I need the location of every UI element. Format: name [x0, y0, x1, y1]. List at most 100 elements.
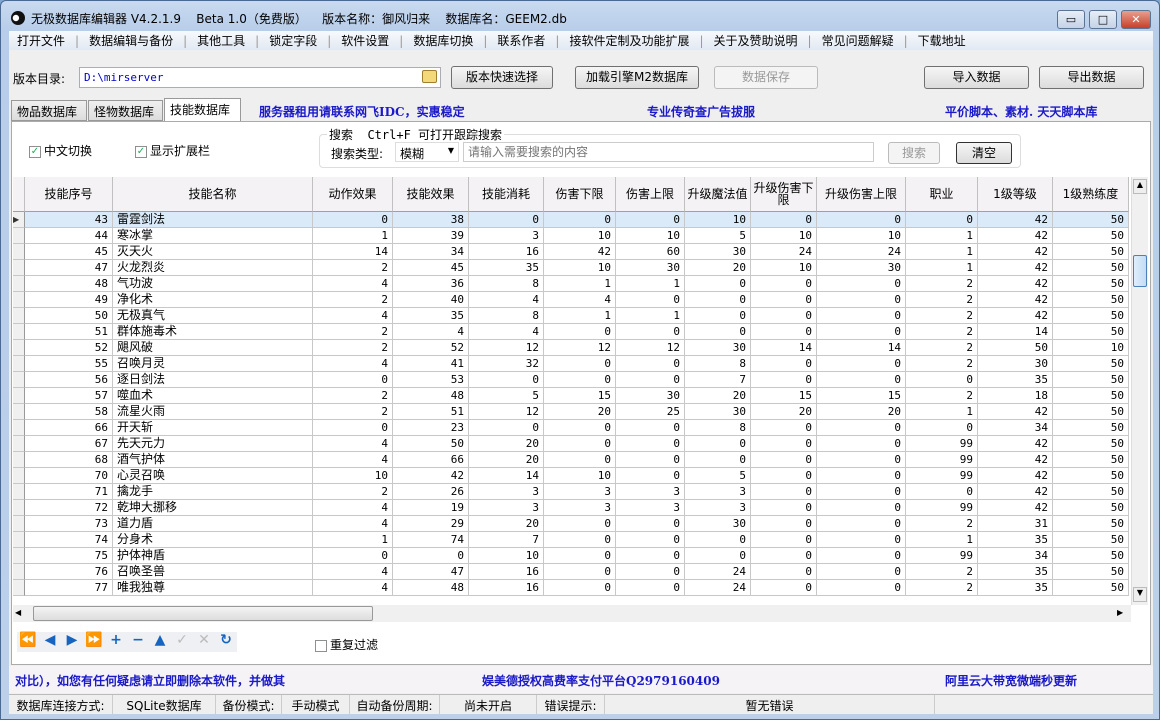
table-row[interactable]: 50 无极真气 4 35 8 1 1 0 0 0 2 42 50: [13, 308, 1129, 324]
table-cell[interactable]: 50: [1053, 276, 1129, 292]
table-cell[interactable]: 10: [544, 228, 616, 244]
table-cell[interactable]: 0: [817, 420, 906, 436]
table-cell[interactable]: 0: [751, 356, 817, 372]
table-cell[interactable]: 唯我独尊: [113, 580, 313, 596]
table-row[interactable]: 73 道力盾 4 29 20 0 0 30 0 0 2 31 50: [13, 516, 1129, 532]
scroll-right-icon[interactable]: ▶: [1117, 608, 1123, 617]
table-cell[interactable]: 34: [978, 420, 1053, 436]
row-indicator[interactable]: [13, 244, 25, 260]
table-cell[interactable]: 0: [469, 372, 544, 388]
table-cell[interactable]: 0: [616, 420, 685, 436]
table-cell[interactable]: 2: [313, 324, 393, 340]
table-cell[interactable]: 12: [544, 340, 616, 356]
column-header[interactable]: 职业: [906, 177, 978, 212]
table-cell[interactable]: 0: [817, 276, 906, 292]
table-cell[interactable]: 0: [616, 292, 685, 308]
row-indicator[interactable]: [13, 436, 25, 452]
table-row[interactable]: 57 噬血术 2 48 5 15 30 20 15 15 2 18 50: [13, 388, 1129, 404]
clear-button[interactable]: 清空: [956, 142, 1012, 164]
table-cell[interactable]: 3: [544, 484, 616, 500]
table-cell[interactable]: 74: [25, 532, 113, 548]
table-cell[interactable]: 16: [469, 580, 544, 596]
column-header[interactable]: 升级伤害下限: [751, 177, 817, 212]
column-header[interactable]: 技能名称: [113, 177, 313, 212]
table-cell[interactable]: 0: [544, 564, 616, 580]
table-cell[interactable]: 8: [685, 420, 751, 436]
table-cell[interactable]: 0: [544, 548, 616, 564]
table-cell[interactable]: 24: [751, 244, 817, 260]
table-cell[interactable]: 50: [1053, 244, 1129, 260]
table-cell[interactable]: 14: [978, 324, 1053, 340]
table-cell[interactable]: 50: [1053, 500, 1129, 516]
table-cell[interactable]: 0: [544, 516, 616, 532]
ad-text[interactable]: 对比），如您有任何疑虑请立即删除本软件，并做其: [15, 672, 285, 689]
table-cell[interactable]: 2: [906, 340, 978, 356]
table-cell[interactable]: 0: [751, 580, 817, 596]
table-cell[interactable]: 0: [906, 420, 978, 436]
table-cell[interactable]: 50: [1053, 484, 1129, 500]
table-cell[interactable]: 50: [1053, 260, 1129, 276]
table-cell[interactable]: 召唤圣兽: [113, 564, 313, 580]
table-cell[interactable]: 75: [25, 548, 113, 564]
checkbox-icon[interactable]: [315, 639, 327, 652]
table-cell[interactable]: 1: [906, 404, 978, 420]
table-cell[interactable]: 3: [469, 484, 544, 500]
table-cell[interactable]: 42: [978, 244, 1053, 260]
table-cell[interactable]: 16: [469, 244, 544, 260]
table-cell[interactable]: 0: [616, 212, 685, 228]
table-cell[interactable]: 0: [393, 548, 469, 564]
table-cell[interactable]: 53: [393, 372, 469, 388]
tab-skills[interactable]: 技能数据库: [164, 98, 241, 122]
export-button[interactable]: 导出数据: [1039, 66, 1144, 89]
menu-item[interactable]: 常见问题解疑: [814, 32, 902, 49]
table-cell[interactable]: 20: [817, 404, 906, 420]
menu-item[interactable]: 锁定字段: [261, 32, 325, 49]
table-row[interactable]: 71 擒龙手 2 26 3 3 3 3 0 0 0 42 50: [13, 484, 1129, 500]
table-cell[interactable]: 寒冰掌: [113, 228, 313, 244]
column-header[interactable]: 升级伤害上限: [817, 177, 906, 212]
table-cell[interactable]: 42: [978, 212, 1053, 228]
table-cell[interactable]: 45: [393, 260, 469, 276]
table-row[interactable]: 77 唯我独尊 4 48 16 0 0 24 0 0 2 35 50: [13, 580, 1129, 596]
load-m2-button[interactable]: 加载引擎M2数据库: [575, 66, 699, 89]
table-cell[interactable]: 擒龙手: [113, 484, 313, 500]
table-cell[interactable]: 1: [313, 532, 393, 548]
table-cell[interactable]: 0: [906, 212, 978, 228]
table-cell[interactable]: 4: [544, 292, 616, 308]
table-cell[interactable]: 分身术: [113, 532, 313, 548]
table-cell[interactable]: 12: [469, 340, 544, 356]
table-cell[interactable]: 20: [751, 404, 817, 420]
table-cell[interactable]: 0: [544, 212, 616, 228]
table-cell[interactable]: 24: [817, 244, 906, 260]
table-cell[interactable]: 49: [25, 292, 113, 308]
table-cell[interactable]: 3: [616, 484, 685, 500]
table-cell[interactable]: 50: [1053, 548, 1129, 564]
column-header[interactable]: 1级等级: [978, 177, 1053, 212]
table-cell[interactable]: 42: [978, 500, 1053, 516]
table-cell[interactable]: 50: [1053, 324, 1129, 340]
menu-item[interactable]: 数据编辑与备份: [81, 32, 181, 49]
table-cell[interactable]: 8: [685, 356, 751, 372]
table-cell[interactable]: 0: [616, 516, 685, 532]
table-cell[interactable]: 50: [1053, 516, 1129, 532]
table-cell[interactable]: 0: [544, 356, 616, 372]
table-cell[interactable]: 2: [313, 340, 393, 356]
table-cell[interactable]: 7: [469, 532, 544, 548]
table-cell[interactable]: 42: [978, 452, 1053, 468]
column-header[interactable]: 1级熟练度: [1053, 177, 1129, 212]
table-cell[interactable]: 心灵召唤: [113, 468, 313, 484]
table-cell[interactable]: 20: [544, 404, 616, 420]
table-cell[interactable]: 30: [685, 404, 751, 420]
table-cell[interactable]: 0: [685, 532, 751, 548]
table-cell[interactable]: 47: [393, 564, 469, 580]
refresh-icon[interactable]: ↻: [215, 632, 237, 648]
column-header[interactable]: 升级魔法值: [685, 177, 751, 212]
table-cell[interactable]: 50: [1053, 404, 1129, 420]
table-row[interactable]: 66 开天斩 0 23 0 0 0 8 0 0 0 34 50: [13, 420, 1129, 436]
scroll-down-icon[interactable]: ▼: [1133, 587, 1147, 602]
table-cell[interactable]: 0: [544, 420, 616, 436]
table-cell[interactable]: 0: [817, 292, 906, 308]
table-cell[interactable]: 0: [817, 516, 906, 532]
table-cell[interactable]: 雷霆剑法: [113, 212, 313, 228]
column-header[interactable]: 动作效果: [313, 177, 393, 212]
